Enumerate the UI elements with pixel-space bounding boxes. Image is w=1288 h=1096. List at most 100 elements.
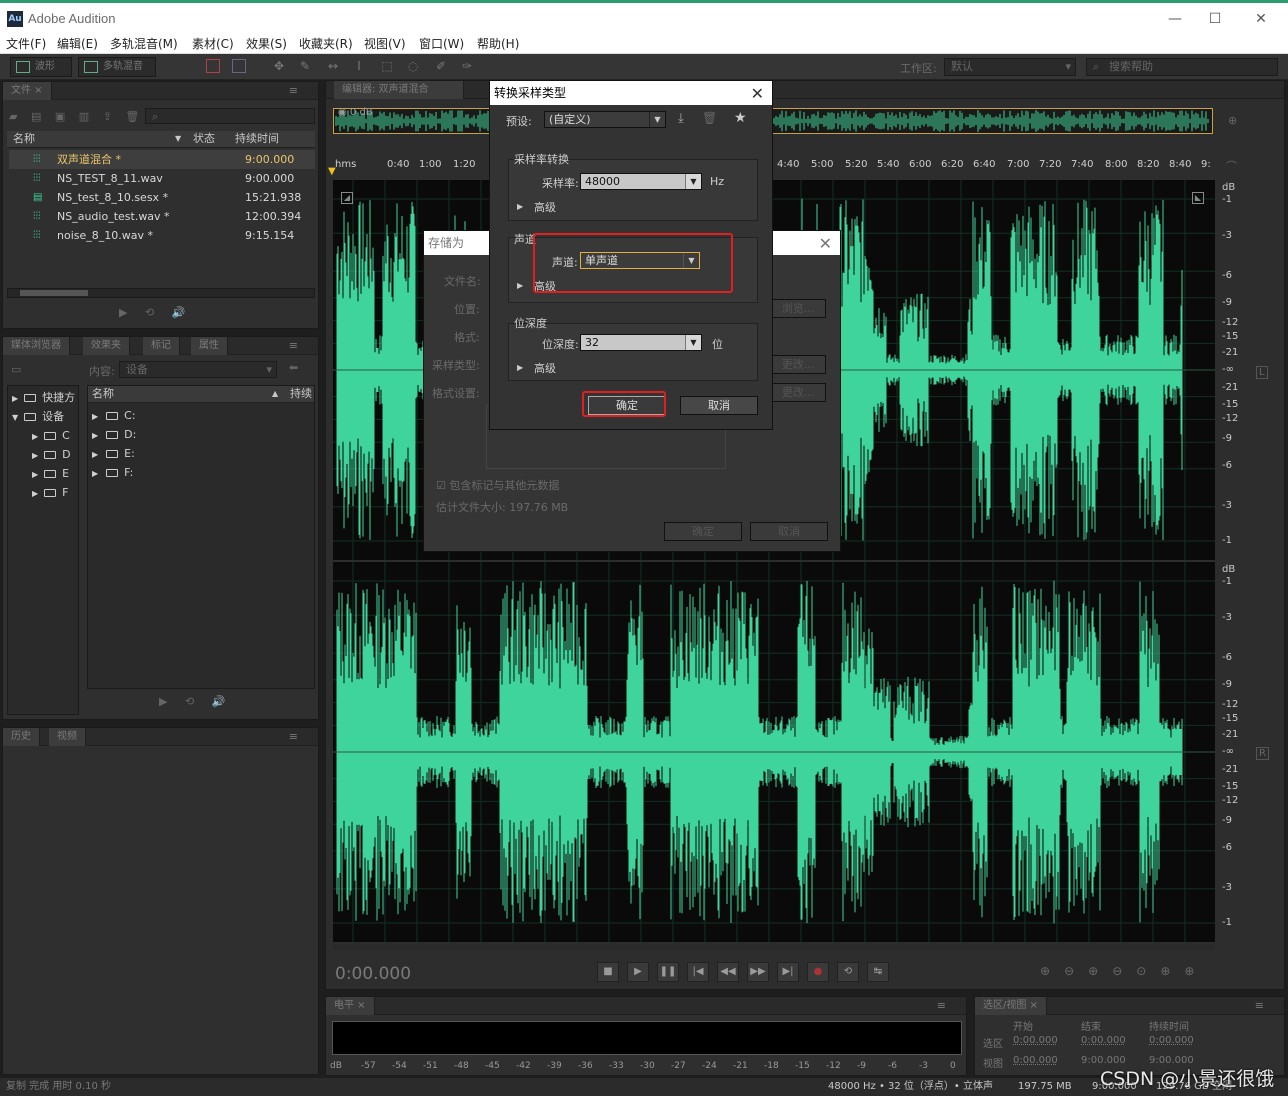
play-icon[interactable]: ▶ xyxy=(119,306,127,319)
file-row[interactable]: ⫶⫶⫶ NS_TEST_8_11.wav 9:00.000 xyxy=(9,169,315,188)
expand-arrow-icon[interactable]: ▶ xyxy=(517,202,523,211)
brush-tool-icon[interactable]: ✐ xyxy=(434,59,448,73)
tree-devices[interactable]: ▼ 设备 xyxy=(12,407,64,426)
zoom-full-icon[interactable]: ⊙ xyxy=(1136,964,1160,978)
lasso-tool-icon[interactable]: ◌ xyxy=(406,59,420,73)
slip-tool-icon[interactable]: ↔ xyxy=(326,59,340,73)
close-icon[interactable]: ✕ xyxy=(751,84,764,103)
pause-button[interactable]: ❚❚ xyxy=(657,962,679,982)
list-item[interactable]: ▶ D: xyxy=(92,425,136,444)
back-arrow-icon[interactable]: ⬅ xyxy=(289,361,298,374)
panel-menu-icon[interactable]: ≡ xyxy=(937,999,946,1012)
save-icon[interactable]: ▣ xyxy=(55,110,65,123)
media-view-icon[interactable]: ▭ xyxy=(11,363,21,376)
fade-in-handle[interactable]: ◢ xyxy=(341,192,353,204)
menu-help[interactable]: 帮助(H) xyxy=(477,35,519,52)
autoplay-icon[interactable]: 🔊 xyxy=(172,306,186,319)
play-button[interactable]: ▶ xyxy=(627,962,649,982)
panel-menu-icon[interactable]: ≡ xyxy=(289,339,298,352)
bitdepth-advanced[interactable]: 高级 xyxy=(534,360,556,376)
scrollbar-thumb[interactable] xyxy=(20,290,88,296)
razor-tool-icon[interactable]: ✎ xyxy=(298,59,312,73)
stop-button[interactable]: ■ xyxy=(597,962,619,982)
list-item[interactable]: ▶ F: xyxy=(92,463,133,482)
tree-drive[interactable]: ▶ C xyxy=(32,426,70,445)
new-file-icon[interactable]: ▥ xyxy=(79,110,89,123)
convert-cancel-button[interactable]: 取消 xyxy=(680,396,758,415)
loop-button[interactable]: ⟲ xyxy=(837,962,859,982)
tab-video[interactable]: 视频 xyxy=(49,728,86,746)
close-icon[interactable]: ✕ xyxy=(819,234,832,253)
channel-left-toggle[interactable]: L xyxy=(1256,366,1268,379)
menu-effects[interactable]: 效果(S) xyxy=(246,35,287,52)
zoom-in-right-icon[interactable]: ⊕ xyxy=(1184,964,1208,978)
playhead-marker-icon[interactable]: ▼ xyxy=(328,166,338,178)
tree-drive[interactable]: ▶ F xyxy=(32,483,68,502)
close-window-button[interactable]: ✕ xyxy=(1246,9,1276,29)
level-hud[interactable]: ◉ 0 dB xyxy=(338,107,373,118)
sort-icon[interactable]: ▼ xyxy=(175,131,181,147)
marquee-tool-icon[interactable]: ⬚ xyxy=(380,59,394,73)
tab-media-browser[interactable]: 媒体浏览器 xyxy=(3,337,70,355)
play-icon[interactable]: ▶ xyxy=(159,695,167,708)
loop-icon[interactable]: ⟲ xyxy=(185,695,194,708)
spectral-view-icon[interactable] xyxy=(206,59,220,73)
col-status[interactable]: 状态 xyxy=(193,131,215,147)
selection-start[interactable]: 0:00.000 xyxy=(1013,1035,1058,1046)
col-duration[interactable]: 持续时间 xyxy=(235,131,279,147)
time-selection-icon[interactable]: I xyxy=(352,59,366,73)
move-tool-icon[interactable]: ✥ xyxy=(272,59,286,73)
open-folder-icon[interactable]: ▰ xyxy=(9,110,17,123)
zoom-in-left-icon[interactable]: ⊕ xyxy=(1160,964,1184,978)
change-format-button[interactable]: 更改... xyxy=(770,383,826,402)
content-select[interactable]: 设备 ▾ xyxy=(119,361,277,378)
col-name[interactable]: 名称 xyxy=(92,386,114,402)
panel-menu-icon[interactable]: ≡ xyxy=(289,730,298,743)
workspace-select[interactable]: 默认 ▾ xyxy=(944,58,1076,76)
list-item[interactable]: ▶ E: xyxy=(92,444,135,463)
tab-properties[interactable]: 属性 xyxy=(191,337,228,355)
zoom-out-amplitude-icon[interactable]: ⊖ xyxy=(1064,964,1088,978)
tab-level[interactable]: 电平 × xyxy=(326,997,375,1015)
save-ok-button[interactable]: 确定 xyxy=(664,522,742,541)
tab-editor[interactable]: 编辑器: 双声道混合 xyxy=(334,81,464,99)
tab-history[interactable]: 历史 xyxy=(3,728,40,746)
current-time-display[interactable]: 0:00.000 xyxy=(335,964,411,984)
change-sample-type-button[interactable]: 更改... xyxy=(770,355,826,374)
tree-shortcuts[interactable]: ▶ 快捷方 xyxy=(12,388,75,407)
selection-end[interactable]: 0:00.000 xyxy=(1081,1035,1126,1046)
minimize-button[interactable]: — xyxy=(1160,9,1190,29)
bitdepth-select[interactable]: 32 ▼ xyxy=(580,334,702,351)
tab-effects-rack[interactable]: 效果夹 xyxy=(83,337,130,355)
waveform-right-channel[interactable] xyxy=(333,562,1215,942)
menu-file[interactable]: 文件(F) xyxy=(6,35,46,52)
tree-drive[interactable]: ▶ E xyxy=(32,464,69,483)
loop-icon[interactable]: ⟲ xyxy=(145,306,154,319)
favorite-star-icon[interactable]: ★ xyxy=(734,110,747,126)
pitch-view-icon[interactable] xyxy=(232,59,246,73)
go-to-start-button[interactable]: |◀ xyxy=(687,962,709,982)
samplerate-select[interactable]: 48000 ▼ xyxy=(580,173,702,190)
file-row[interactable]: ⫶⫶⫶ NS_audio_test.wav * 12:00.394 xyxy=(9,207,315,226)
menu-edit[interactable]: 编辑(E) xyxy=(57,35,98,52)
tab-markers[interactable]: 标记 xyxy=(143,337,180,355)
fast-forward-button[interactable]: ▶▶ xyxy=(747,962,769,982)
autoplay-icon[interactable]: 🔊 xyxy=(212,695,226,708)
expand-arrow-icon[interactable]: ▶ xyxy=(517,281,523,290)
menu-view[interactable]: 视图(V) xyxy=(364,35,406,52)
sort-up-icon[interactable]: ▲ xyxy=(272,386,278,402)
zoom-navigator-icon[interactable]: ⊕ xyxy=(1228,114,1237,127)
zoom-in-amplitude-icon[interactable]: ⊕ xyxy=(1040,964,1064,978)
menu-multitrack[interactable]: 多轨混音(M) xyxy=(110,35,178,52)
save-preset-icon[interactable]: ⤓ xyxy=(678,111,684,126)
menu-clip[interactable]: 素材(C) xyxy=(192,35,234,52)
selection-duration[interactable]: 0:00.000 xyxy=(1149,1035,1194,1046)
skip-selection-button[interactable]: ↹ xyxy=(867,962,889,982)
tab-files[interactable]: 文件 × xyxy=(3,82,52,100)
file-row[interactable]: ▤ NS_test_8_10.sesx * 15:21.938 xyxy=(9,188,315,207)
list-item[interactable]: ▶ C: xyxy=(92,406,136,425)
col-name[interactable]: 名称 xyxy=(13,131,35,147)
samplerate-advanced[interactable]: 高级 xyxy=(534,199,556,215)
tree-drive[interactable]: ▶ D xyxy=(32,445,71,464)
panel-menu-icon[interactable]: ≡ xyxy=(289,84,298,97)
